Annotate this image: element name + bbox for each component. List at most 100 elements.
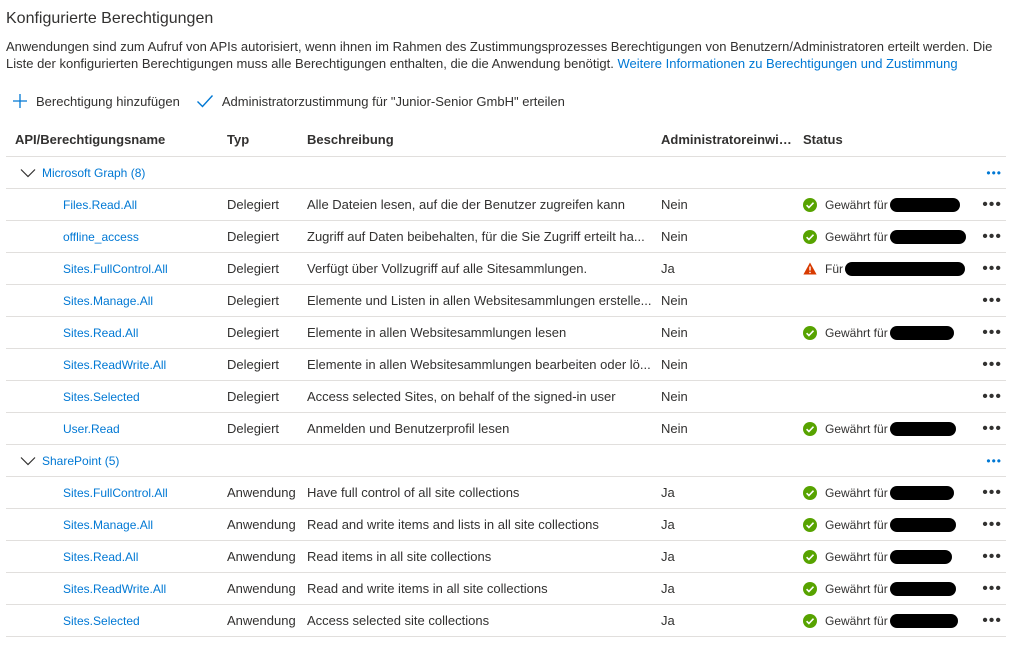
row-more-button[interactable]: ••• xyxy=(966,572,1006,605)
status-text: Gewährt für xyxy=(825,517,888,532)
group-row[interactable]: Microsoft Graph (8) ••• xyxy=(6,156,1006,189)
permission-type: Anwendung xyxy=(218,476,298,509)
column-header-description[interactable]: Beschreibung xyxy=(298,122,652,157)
warning-icon xyxy=(803,262,817,275)
row-more-button[interactable]: ••• xyxy=(966,604,1006,637)
redacted-tenant xyxy=(889,581,956,596)
row-more-button[interactable]: ••• xyxy=(966,348,1006,381)
row-more-button[interactable]: ••• xyxy=(966,476,1006,509)
table-row: Sites.Read.All Delegiert Elemente in allen… xyxy=(6,316,1006,349)
group-toggle[interactable]: Microsoft Graph (8) xyxy=(20,166,966,180)
admin-consent-required: Ja xyxy=(652,540,794,573)
more-icon: ••• xyxy=(982,547,1002,565)
admin-consent-required: Nein xyxy=(652,284,794,317)
group-more-button[interactable]: ••• xyxy=(966,444,1006,477)
permission-description: Access selected site collections xyxy=(298,604,652,637)
group-toggle[interactable]: SharePoint (5) xyxy=(20,454,966,468)
permission-description: Read items in all site collections xyxy=(298,540,652,573)
column-header-type[interactable]: Typ xyxy=(218,122,298,157)
status-cell: Gewährt für xyxy=(794,604,966,637)
chevron-down-icon xyxy=(20,456,36,465)
column-header-name[interactable]: API/Berechtigungsname xyxy=(6,122,218,157)
permission-type: Delegiert xyxy=(218,380,298,413)
table-row: User.Read Delegiert Anmelden und Benutzerp… xyxy=(6,412,1006,445)
admin-consent-required: Nein xyxy=(652,412,794,445)
checkmark-icon xyxy=(196,95,213,108)
status: Gewährt für xyxy=(803,517,966,532)
permission-name-link[interactable]: Sites.Manage.All xyxy=(63,518,153,532)
plus-icon xyxy=(13,94,27,108)
permission-type: Delegiert xyxy=(218,284,298,317)
status-cell xyxy=(794,284,966,317)
redacted-tenant xyxy=(889,613,958,628)
row-more-button[interactable]: ••• xyxy=(966,220,1006,253)
more-icon: ••• xyxy=(982,611,1002,629)
permission-name-cell: Sites.ReadWrite.All xyxy=(6,348,218,381)
status: Gewährt für xyxy=(803,485,966,500)
permission-type: Delegiert xyxy=(218,188,298,221)
row-more-button[interactable]: ••• xyxy=(966,316,1006,349)
permission-name-link[interactable]: Sites.Selected xyxy=(63,614,140,628)
permission-type: Anwendung xyxy=(218,540,298,573)
status-cell: Gewährt für xyxy=(794,412,966,445)
status-text: Gewährt für xyxy=(825,421,888,436)
permission-name-link[interactable]: Sites.Manage.All xyxy=(63,294,153,308)
grant-admin-consent-button[interactable]: Administratorzustimmung für "Junior-Seni… xyxy=(196,93,565,109)
permission-name-link[interactable]: Sites.Read.All xyxy=(63,326,138,340)
permission-type: Delegiert xyxy=(218,348,298,381)
permission-name-cell: Sites.Selected xyxy=(6,380,218,413)
permission-name-link[interactable]: Sites.Selected xyxy=(63,390,140,404)
permission-description: Read and write items in all site collect… xyxy=(298,572,652,605)
group-cell: SharePoint (5) xyxy=(6,444,966,477)
table-body: Microsoft Graph (8) ••• Files.Read.All Dele… xyxy=(6,156,1006,637)
more-icon: ••• xyxy=(982,259,1002,277)
permission-name-cell: Sites.FullControl.All xyxy=(6,476,218,509)
row-more-button[interactable]: ••• xyxy=(966,540,1006,573)
more-icon: ••• xyxy=(982,387,1002,405)
row-more-button[interactable]: ••• xyxy=(966,284,1006,317)
permission-name-link[interactable]: Sites.Read.All xyxy=(63,550,138,564)
status: Gewährt für xyxy=(803,197,966,212)
permission-description: Alle Dateien lesen, auf die der Benutzer… xyxy=(298,188,652,221)
column-header-status[interactable]: Status xyxy=(794,122,966,157)
permission-name-link[interactable]: Files.Read.All xyxy=(63,198,137,212)
status-cell: Gewährt für xyxy=(794,508,966,541)
permission-name-link[interactable]: Sites.FullControl.All xyxy=(63,262,168,276)
row-more-button[interactable]: ••• xyxy=(966,380,1006,413)
permission-name-cell: Files.Read.All xyxy=(6,188,218,221)
permission-description: Elemente und Listen in allen Websitesamm… xyxy=(298,284,652,317)
more-icon: ••• xyxy=(982,483,1002,501)
check-circle-icon xyxy=(803,581,817,596)
learn-more-link[interactable]: Weitere Informationen zu Berechtigungen … xyxy=(617,56,957,71)
permission-description: Elemente in allen Websitesammlungen lese… xyxy=(298,316,652,349)
more-icon: ••• xyxy=(986,165,1002,180)
permission-name-link[interactable]: Sites.ReadWrite.All xyxy=(63,358,166,372)
more-icon: ••• xyxy=(982,355,1002,373)
row-more-button[interactable]: ••• xyxy=(966,252,1006,285)
redacted-tenant xyxy=(889,229,966,244)
status: Für xyxy=(803,261,966,276)
permission-name-link[interactable]: User.Read xyxy=(63,422,120,436)
row-more-button[interactable]: ••• xyxy=(966,412,1006,445)
check-circle-icon xyxy=(803,517,817,532)
status-text: Gewährt für xyxy=(825,197,888,212)
admin-consent-required: Ja xyxy=(652,508,794,541)
admin-consent-required: Nein xyxy=(652,348,794,381)
status-text: Gewährt für xyxy=(825,581,888,596)
add-permission-button[interactable]: Berechtigung hinzufügen xyxy=(12,93,180,109)
row-more-button[interactable]: ••• xyxy=(966,508,1006,541)
group-more-button[interactable]: ••• xyxy=(966,156,1006,189)
permission-name-link[interactable]: Sites.FullControl.All xyxy=(63,486,168,500)
permission-name-link[interactable]: offline_access xyxy=(63,230,139,244)
row-more-button[interactable]: ••• xyxy=(966,188,1006,221)
permission-name-link[interactable]: Sites.ReadWrite.All xyxy=(63,582,166,596)
group-row[interactable]: SharePoint (5) ••• xyxy=(6,444,1006,477)
permission-type: Anwendung xyxy=(218,508,298,541)
more-icon: ••• xyxy=(982,195,1002,213)
redacted-tenant xyxy=(889,485,954,500)
check-circle-icon xyxy=(803,549,817,564)
check-circle-icon xyxy=(803,197,817,212)
column-header-admin-consent[interactable]: Administratoreinwill... xyxy=(652,122,794,157)
redacted-tenant xyxy=(889,197,960,212)
permission-name-cell: Sites.ReadWrite.All xyxy=(6,572,218,605)
